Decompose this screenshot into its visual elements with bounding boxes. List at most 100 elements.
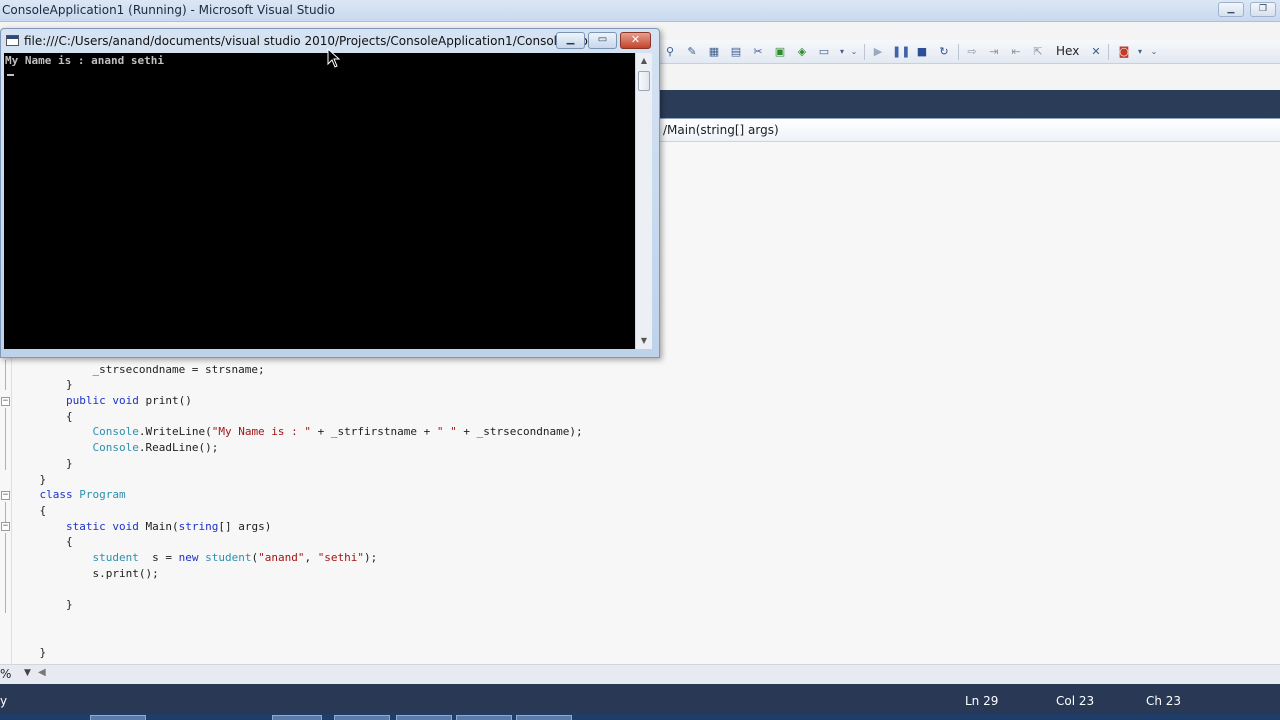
code-line[interactable]: { bbox=[13, 534, 73, 550]
hex-toggle-icon[interactable]: ✕ bbox=[1088, 44, 1104, 60]
window-title: ConsoleApplication1 (Running) - Microsof… bbox=[2, 3, 335, 17]
member-dropdown[interactable]: /Main(string[] args) bbox=[663, 123, 779, 137]
outline-line bbox=[5, 360, 6, 390]
code-line[interactable]: } bbox=[13, 456, 73, 472]
step-into-icon[interactable]: ⇥ bbox=[986, 44, 1002, 60]
status-char: Ch 23 bbox=[1146, 694, 1182, 708]
status-column: Col 23 bbox=[1056, 694, 1095, 708]
console-window[interactable]: file:///C:/Users/anand/documents/visual … bbox=[0, 28, 660, 358]
code-token: new bbox=[178, 551, 199, 564]
code-token: "anand" bbox=[258, 551, 305, 564]
scroll-up-icon[interactable]: ▲ bbox=[636, 53, 652, 69]
taskbar-button[interactable] bbox=[334, 715, 390, 720]
vs-title-bar: ConsoleApplication1 (Running) - Microsof… bbox=[0, 0, 1280, 22]
toolbar-overflow-icon[interactable]: ⌄ bbox=[1146, 44, 1162, 60]
hex-button[interactable]: Hex bbox=[1056, 44, 1079, 58]
code-token: student bbox=[205, 551, 252, 564]
step-over-icon[interactable]: ⇤ bbox=[1008, 44, 1024, 60]
mouse-pointer-icon bbox=[327, 48, 341, 68]
step-out-icon[interactable]: ⇱ bbox=[1030, 44, 1046, 60]
toolbox-icon[interactable]: ◈ bbox=[794, 44, 810, 60]
code-line[interactable]: Console.WriteLine("My Name is : " + _str… bbox=[13, 424, 582, 440]
code-token: "sethi" bbox=[317, 551, 365, 564]
code-token: "My Name is : " bbox=[211, 425, 312, 438]
find-icon[interactable]: ✎ bbox=[684, 44, 700, 60]
code-line[interactable]: class Program bbox=[13, 487, 126, 503]
document-tab-well bbox=[658, 90, 1280, 118]
status-line: Ln 29 bbox=[965, 694, 999, 708]
code-line[interactable]: { bbox=[13, 409, 73, 425]
taskbar bbox=[0, 714, 1280, 720]
taskbar-button[interactable] bbox=[516, 715, 572, 720]
code-token: static void bbox=[65, 520, 139, 533]
editor-horizontal-scrollbar[interactable]: % ▼ ◀ bbox=[0, 664, 1280, 684]
zoom-dropdown-icon[interactable]: ▼ bbox=[24, 668, 31, 678]
find-in-files-icon[interactable]: ⚲ bbox=[662, 44, 678, 60]
window-layout-icon[interactable]: ▭ bbox=[816, 44, 832, 60]
code-line[interactable]: _strsecondname = strsname; bbox=[13, 362, 264, 378]
outline-line bbox=[5, 408, 6, 470]
code-line[interactable]: { bbox=[13, 503, 46, 519]
toolbar-separator bbox=[864, 44, 865, 60]
minimize-icon: ▁ bbox=[566, 34, 575, 45]
outline-line bbox=[5, 533, 6, 613]
console-output-line: My Name is : anand sethi bbox=[5, 54, 164, 67]
break-all-icon[interactable]: ❚❚ bbox=[892, 44, 910, 60]
code-token: student bbox=[92, 551, 139, 564]
collapse-icon[interactable]: − bbox=[1, 397, 10, 406]
console-minimize-button[interactable]: ▁ bbox=[556, 32, 585, 49]
code-token: " " bbox=[436, 425, 457, 438]
toolbar-separator bbox=[1108, 44, 1109, 60]
maximize-icon: ▭ bbox=[597, 34, 608, 45]
tools-icon[interactable]: ✂ bbox=[750, 44, 766, 60]
taskbar-button[interactable] bbox=[272, 715, 322, 720]
collapse-icon[interactable]: − bbox=[1, 491, 10, 500]
code-line[interactable]: } bbox=[13, 597, 73, 613]
restore-icon: ❐ bbox=[1258, 4, 1268, 14]
toolbar-separator bbox=[958, 44, 959, 60]
code-token: public void bbox=[13, 394, 139, 407]
zoom-level[interactable]: % bbox=[0, 667, 11, 681]
collapse-icon[interactable]: − bbox=[1, 522, 10, 531]
code-line[interactable]: s.print(); bbox=[13, 566, 158, 582]
code-line[interactable]: public void print() bbox=[13, 393, 192, 409]
code-token: Console bbox=[92, 441, 139, 454]
code-line[interactable]: static void Main(string[] args) bbox=[13, 519, 271, 535]
taskbar-button[interactable] bbox=[456, 715, 512, 720]
properties-icon[interactable]: ▤ bbox=[728, 44, 744, 60]
continue-icon[interactable]: ▶ bbox=[870, 44, 886, 60]
navigation-bar: /Main(string[] args) bbox=[658, 118, 1280, 142]
scroll-left-icon[interactable]: ◀ bbox=[38, 667, 46, 678]
restart-icon[interactable]: ↻ bbox=[936, 44, 952, 60]
solution-explorer-icon[interactable]: ▦ bbox=[706, 44, 722, 60]
console-output-area[interactable]: My Name is : anand sethi bbox=[4, 53, 635, 349]
minimize-button[interactable]: ▁ bbox=[1218, 2, 1244, 17]
debug-toolbar: ⚲ ✎ ▦ ▤ ✂ ▣ ◈ ▭ ▾ ⌄ ▶ ❚❚ ■ ↻ ⇨ ⇥ ⇤ ⇱ Hex… bbox=[658, 40, 1280, 64]
toolbar-overflow-icon[interactable]: ⌄ bbox=[846, 44, 862, 60]
code-line[interactable]: } bbox=[13, 645, 46, 661]
show-next-statement-icon[interactable]: ⇨ bbox=[964, 44, 980, 60]
console-cursor bbox=[7, 74, 14, 76]
code-line[interactable]: } bbox=[13, 472, 46, 488]
code-line[interactable]: Console.ReadLine(); bbox=[13, 440, 218, 456]
code-token: string bbox=[178, 520, 219, 533]
code-token: Console bbox=[92, 425, 139, 438]
console-vertical-scrollbar[interactable]: ▲ ▼ bbox=[635, 53, 652, 349]
console-maximize-button[interactable]: ▭ bbox=[588, 32, 617, 49]
breakpoints-icon[interactable]: ◙ bbox=[1116, 44, 1132, 60]
console-title: file:///C:/Users/anand/documents/visual … bbox=[24, 34, 613, 48]
taskbar-button[interactable] bbox=[90, 715, 146, 720]
code-line[interactable]: student s = new student("anand", "sethi"… bbox=[13, 550, 377, 566]
console-app-icon[interactable] bbox=[6, 35, 19, 46]
close-icon: ✕ bbox=[630, 33, 641, 46]
stop-debugging-icon[interactable]: ■ bbox=[914, 44, 930, 60]
minimize-icon: ▁ bbox=[1227, 4, 1235, 14]
scroll-down-icon[interactable]: ▼ bbox=[636, 333, 652, 349]
code-line[interactable]: } bbox=[13, 377, 73, 393]
object-browser-icon[interactable]: ▣ bbox=[772, 44, 788, 60]
console-scroll-thumb[interactable] bbox=[638, 71, 650, 91]
status-text: y bbox=[0, 694, 8, 708]
console-close-button[interactable]: ✕ bbox=[620, 32, 651, 49]
taskbar-button[interactable] bbox=[396, 715, 452, 720]
restore-button[interactable]: ❐ bbox=[1250, 2, 1276, 17]
